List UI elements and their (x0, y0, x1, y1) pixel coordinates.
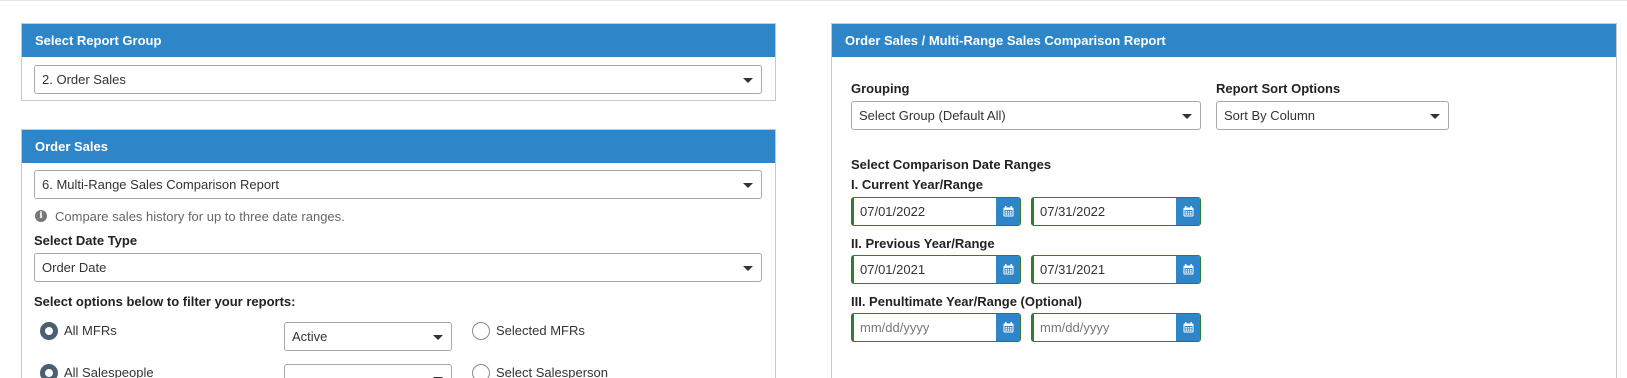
range3-start-group (851, 313, 1021, 342)
chevron-down-icon (743, 78, 753, 83)
range2-start-group (851, 255, 1021, 284)
select-salesperson-radio[interactable] (472, 364, 490, 378)
date-ranges-label: Select Comparison Date Ranges (851, 157, 1052, 172)
order-sales-header: Order Sales (22, 130, 775, 163)
range3-label: III. Penultimate Year/Range (Optional) (851, 294, 1082, 309)
calendar-icon (1183, 264, 1193, 275)
selected-mfrs-radio[interactable] (472, 322, 490, 340)
select-salesperson-label: Select Salesperson (496, 365, 609, 378)
range1-end-group (1031, 197, 1201, 226)
calendar-icon (1183, 322, 1193, 333)
selected-mfrs-label: Selected MFRs (496, 323, 585, 338)
salesperson-status-select[interactable] (284, 364, 452, 378)
report-hint: Compare sales history for up to three da… (55, 209, 345, 224)
sort-select[interactable]: Sort By Column (1216, 101, 1449, 130)
chevron-down-icon (743, 266, 753, 271)
range2-end-group (1031, 255, 1201, 284)
mfr-status-value: Active (292, 329, 328, 344)
date-type-label: Select Date Type (34, 233, 138, 248)
range3-start-input[interactable] (854, 314, 997, 341)
report-options-header: Order Sales / Multi-Range Sales Comparis… (832, 24, 1616, 57)
select-report-group-header: Select Report Group (22, 24, 775, 57)
sort-value: Sort By Column (1224, 108, 1316, 123)
all-salespeople-radio[interactable] (40, 364, 58, 378)
grouping-label: Grouping (851, 81, 910, 96)
grouping-value: Select Group (Default All) (859, 108, 1006, 123)
range2-start-calendar-button[interactable] (996, 256, 1020, 283)
range3-end-calendar-button[interactable] (1176, 314, 1200, 341)
date-type-value: Order Date (42, 260, 107, 275)
order-sales-panel: Order Sales 6. Multi-Range Sales Compari… (21, 129, 776, 378)
report-group-value: 2. Order Sales (42, 72, 126, 87)
calendar-icon (1183, 206, 1193, 217)
info-icon: i (35, 210, 47, 222)
range3-start-calendar-button[interactable] (996, 314, 1020, 341)
chevron-down-icon (433, 335, 443, 340)
grouping-select[interactable]: Select Group (Default All) (851, 101, 1201, 130)
sort-label: Report Sort Options (1216, 81, 1341, 96)
chevron-down-icon (743, 183, 753, 188)
chevron-down-icon (1182, 114, 1192, 119)
range1-start-calendar-button[interactable] (996, 198, 1020, 225)
all-salespeople-label: All Salespeople (64, 365, 154, 378)
report-value: 6. Multi-Range Sales Comparison Report (42, 177, 279, 192)
report-options-panel: Order Sales / Multi-Range Sales Comparis… (831, 23, 1617, 378)
filter-label: Select options below to filter your repo… (34, 294, 296, 309)
range2-start-input[interactable] (854, 256, 997, 283)
all-mfrs-label: All MFRs (64, 323, 117, 338)
mfr-status-select[interactable]: Active (284, 322, 452, 351)
range1-end-calendar-button[interactable] (1176, 198, 1200, 225)
range2-label: II. Previous Year/Range (851, 236, 995, 251)
select-report-group-panel: Select Report Group 2. Order Sales (21, 23, 776, 101)
range1-start-group (851, 197, 1021, 226)
range1-start-input[interactable] (854, 198, 997, 225)
range2-end-calendar-button[interactable] (1176, 256, 1200, 283)
calendar-icon (1003, 264, 1013, 275)
range3-end-input[interactable] (1034, 314, 1177, 341)
top-divider (0, 0, 1627, 1)
range1-end-input[interactable] (1034, 198, 1177, 225)
range1-label: I. Current Year/Range (851, 177, 983, 192)
range2-end-input[interactable] (1034, 256, 1177, 283)
calendar-icon (1003, 206, 1013, 217)
report-group-select[interactable]: 2. Order Sales (34, 65, 762, 94)
date-type-select[interactable]: Order Date (34, 253, 762, 282)
calendar-icon (1003, 322, 1013, 333)
report-select[interactable]: 6. Multi-Range Sales Comparison Report (34, 170, 762, 199)
range3-end-group (1031, 313, 1201, 342)
chevron-down-icon (1430, 114, 1440, 119)
all-mfrs-radio[interactable] (40, 322, 58, 340)
